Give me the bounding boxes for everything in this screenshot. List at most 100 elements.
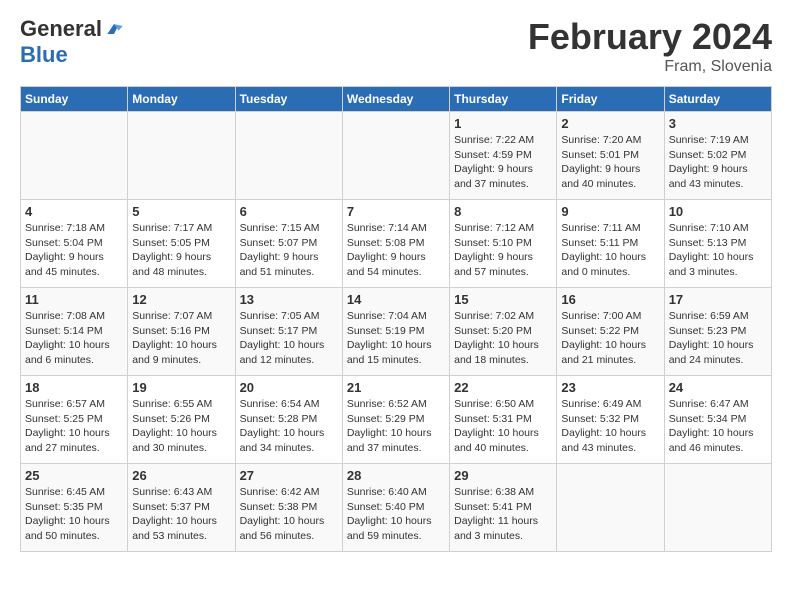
calendar-day-cell: 27 Sunrise: 6:42 AM Sunset: 5:38 PM Dayli… bbox=[235, 464, 342, 552]
day-number: 2 bbox=[561, 116, 659, 131]
logo-bird-icon bbox=[104, 19, 124, 39]
calendar-day-cell: 21 Sunrise: 6:52 AM Sunset: 5:29 PM Dayli… bbox=[342, 376, 449, 464]
day-number: 9 bbox=[561, 204, 659, 219]
calendar-day-cell: 12Sunrise: 7:07 AM Sunset: 5:16 PM Dayli… bbox=[128, 288, 235, 376]
header-wednesday: Wednesday bbox=[342, 87, 449, 112]
day-info: Sunrise: 6:45 AM Sunset: 5:35 PM Dayligh… bbox=[25, 485, 123, 544]
day-number: 19 bbox=[132, 380, 230, 395]
day-info: Sunrise: 6:52 AM Sunset: 5:29 PM Dayligh… bbox=[347, 397, 445, 456]
calendar-day-cell: 23Sunrise: 6:49 AM Sunset: 5:32 PM Dayli… bbox=[557, 376, 664, 464]
header-friday: Friday bbox=[557, 87, 664, 112]
logo: General Blue bbox=[20, 16, 124, 68]
day-info: Sunrise: 7:10 AM Sunset: 5:13 PM Dayligh… bbox=[669, 221, 767, 280]
day-info: Sunrise: 6:50 AM Sunset: 5:31 PM Dayligh… bbox=[454, 397, 552, 456]
calendar-week-row: 18 Sunrise: 6:57 AM Sunset: 5:25 PM Dayli… bbox=[21, 376, 772, 464]
calendar-day-cell: 15Sunrise: 7:02 AM Sunset: 5:20 PM Dayli… bbox=[450, 288, 557, 376]
day-info: Sunrise: 7:07 AM Sunset: 5:16 PM Dayligh… bbox=[132, 309, 230, 368]
logo-blue-text: Blue bbox=[20, 42, 68, 67]
calendar-day-cell: 20 Sunrise: 6:54 AM Sunset: 5:28 PM Dayli… bbox=[235, 376, 342, 464]
day-info: Sunrise: 7:11 AM Sunset: 5:11 PM Dayligh… bbox=[561, 221, 659, 280]
header-tuesday: Tuesday bbox=[235, 87, 342, 112]
day-info: Sunrise: 7:00 AM Sunset: 5:22 PM Dayligh… bbox=[561, 309, 659, 368]
day-number: 3 bbox=[669, 116, 767, 131]
calendar-body: 1 Sunrise: 7:22 AM Sunset: 4:59 PM Daylig… bbox=[21, 112, 772, 552]
day-number: 17 bbox=[669, 292, 767, 307]
day-number: 16 bbox=[561, 292, 659, 307]
calendar-day-cell bbox=[235, 112, 342, 200]
day-info: Sunrise: 7:20 AM Sunset: 5:01 PM Dayligh… bbox=[561, 133, 659, 192]
day-info: Sunrise: 6:42 AM Sunset: 5:38 PM Dayligh… bbox=[240, 485, 338, 544]
header-sunday: Sunday bbox=[21, 87, 128, 112]
day-info: Sunrise: 6:43 AM Sunset: 5:37 PM Dayligh… bbox=[132, 485, 230, 544]
day-info: Sunrise: 6:57 AM Sunset: 5:25 PM Dayligh… bbox=[25, 397, 123, 456]
location-text: Fram, Slovenia bbox=[528, 58, 772, 76]
day-number: 10 bbox=[669, 204, 767, 219]
calendar-day-cell: 14 Sunrise: 7:04 AM Sunset: 5:19 PM Dayli… bbox=[342, 288, 449, 376]
day-info: Sunrise: 7:14 AM Sunset: 5:08 PM Dayligh… bbox=[347, 221, 445, 280]
calendar-day-cell: 19Sunrise: 6:55 AM Sunset: 5:26 PM Dayli… bbox=[128, 376, 235, 464]
calendar-week-row: 11 Sunrise: 7:08 AM Sunset: 5:14 PM Dayli… bbox=[21, 288, 772, 376]
day-info: Sunrise: 6:38 AM Sunset: 5:41 PM Dayligh… bbox=[454, 485, 552, 544]
calendar-day-cell: 2 Sunrise: 7:20 AM Sunset: 5:01 PM Daylig… bbox=[557, 112, 664, 200]
day-info: Sunrise: 7:22 AM Sunset: 4:59 PM Dayligh… bbox=[454, 133, 552, 192]
day-number: 4 bbox=[25, 204, 123, 219]
day-info: Sunrise: 7:15 AM Sunset: 5:07 PM Dayligh… bbox=[240, 221, 338, 280]
header-saturday: Saturday bbox=[664, 87, 771, 112]
calendar-day-cell: 25 Sunrise: 6:45 AM Sunset: 5:35 PM Dayli… bbox=[21, 464, 128, 552]
day-number: 20 bbox=[240, 380, 338, 395]
day-number: 28 bbox=[347, 468, 445, 483]
day-number: 21 bbox=[347, 380, 445, 395]
page-header: General Blue February 2024 Fram, Sloveni… bbox=[20, 16, 772, 76]
header-monday: Monday bbox=[128, 87, 235, 112]
day-info: Sunrise: 6:47 AM Sunset: 5:34 PM Dayligh… bbox=[669, 397, 767, 456]
day-info: Sunrise: 6:59 AM Sunset: 5:23 PM Dayligh… bbox=[669, 309, 767, 368]
calendar-day-cell: 8 Sunrise: 7:12 AM Sunset: 5:10 PM Daylig… bbox=[450, 200, 557, 288]
calendar-week-row: 4 Sunrise: 7:18 AM Sunset: 5:04 PM Daylig… bbox=[21, 200, 772, 288]
calendar-day-cell bbox=[21, 112, 128, 200]
day-info: Sunrise: 7:08 AM Sunset: 5:14 PM Dayligh… bbox=[25, 309, 123, 368]
calendar-day-cell: 16 Sunrise: 7:00 AM Sunset: 5:22 PM Dayli… bbox=[557, 288, 664, 376]
calendar-day-cell: 10 Sunrise: 7:10 AM Sunset: 5:13 PM Dayli… bbox=[664, 200, 771, 288]
day-number: 29 bbox=[454, 468, 552, 483]
day-info: Sunrise: 7:12 AM Sunset: 5:10 PM Dayligh… bbox=[454, 221, 552, 280]
header-thursday: Thursday bbox=[450, 87, 557, 112]
day-number: 8 bbox=[454, 204, 552, 219]
calendar-day-cell bbox=[342, 112, 449, 200]
day-info: Sunrise: 7:18 AM Sunset: 5:04 PM Dayligh… bbox=[25, 221, 123, 280]
day-number: 27 bbox=[240, 468, 338, 483]
day-number: 1 bbox=[454, 116, 552, 131]
day-info: Sunrise: 7:17 AM Sunset: 5:05 PM Dayligh… bbox=[132, 221, 230, 280]
day-number: 14 bbox=[347, 292, 445, 307]
day-info: Sunrise: 7:04 AM Sunset: 5:19 PM Dayligh… bbox=[347, 309, 445, 368]
calendar-day-cell: 29 Sunrise: 6:38 AM Sunset: 5:41 PM Dayli… bbox=[450, 464, 557, 552]
calendar-day-cell: 9 Sunrise: 7:11 AM Sunset: 5:11 PM Daylig… bbox=[557, 200, 664, 288]
calendar-day-cell: 24 Sunrise: 6:47 AM Sunset: 5:34 PM Dayli… bbox=[664, 376, 771, 464]
calendar-week-row: 1 Sunrise: 7:22 AM Sunset: 4:59 PM Daylig… bbox=[21, 112, 772, 200]
day-number: 7 bbox=[347, 204, 445, 219]
day-number: 13 bbox=[240, 292, 338, 307]
calendar-day-cell bbox=[128, 112, 235, 200]
calendar-day-cell: 3 Sunrise: 7:19 AM Sunset: 5:02 PM Daylig… bbox=[664, 112, 771, 200]
day-number: 11 bbox=[25, 292, 123, 307]
day-info: Sunrise: 7:02 AM Sunset: 5:20 PM Dayligh… bbox=[454, 309, 552, 368]
day-number: 5 bbox=[132, 204, 230, 219]
day-info: Sunrise: 6:54 AM Sunset: 5:28 PM Dayligh… bbox=[240, 397, 338, 456]
day-number: 25 bbox=[25, 468, 123, 483]
page-container: General Blue February 2024 Fram, Sloveni… bbox=[0, 0, 792, 562]
day-number: 18 bbox=[25, 380, 123, 395]
day-info: Sunrise: 6:49 AM Sunset: 5:32 PM Dayligh… bbox=[561, 397, 659, 456]
calendar-day-cell: 13 Sunrise: 7:05 AM Sunset: 5:17 PM Dayli… bbox=[235, 288, 342, 376]
calendar-day-cell: 7 Sunrise: 7:14 AM Sunset: 5:08 PM Daylig… bbox=[342, 200, 449, 288]
calendar-day-cell: 28 Sunrise: 6:40 AM Sunset: 5:40 PM Dayli… bbox=[342, 464, 449, 552]
calendar-day-cell bbox=[557, 464, 664, 552]
calendar-header-row: Sunday Monday Tuesday Wednesday Thursday… bbox=[21, 87, 772, 112]
day-info: Sunrise: 7:19 AM Sunset: 5:02 PM Dayligh… bbox=[669, 133, 767, 192]
calendar-day-cell: 26Sunrise: 6:43 AM Sunset: 5:37 PM Dayli… bbox=[128, 464, 235, 552]
day-number: 22 bbox=[454, 380, 552, 395]
day-info: Sunrise: 7:05 AM Sunset: 5:17 PM Dayligh… bbox=[240, 309, 338, 368]
calendar-day-cell: 22 Sunrise: 6:50 AM Sunset: 5:31 PM Dayli… bbox=[450, 376, 557, 464]
day-number: 6 bbox=[240, 204, 338, 219]
day-info: Sunrise: 6:40 AM Sunset: 5:40 PM Dayligh… bbox=[347, 485, 445, 544]
calendar-day-cell: 18 Sunrise: 6:57 AM Sunset: 5:25 PM Dayli… bbox=[21, 376, 128, 464]
day-number: 24 bbox=[669, 380, 767, 395]
